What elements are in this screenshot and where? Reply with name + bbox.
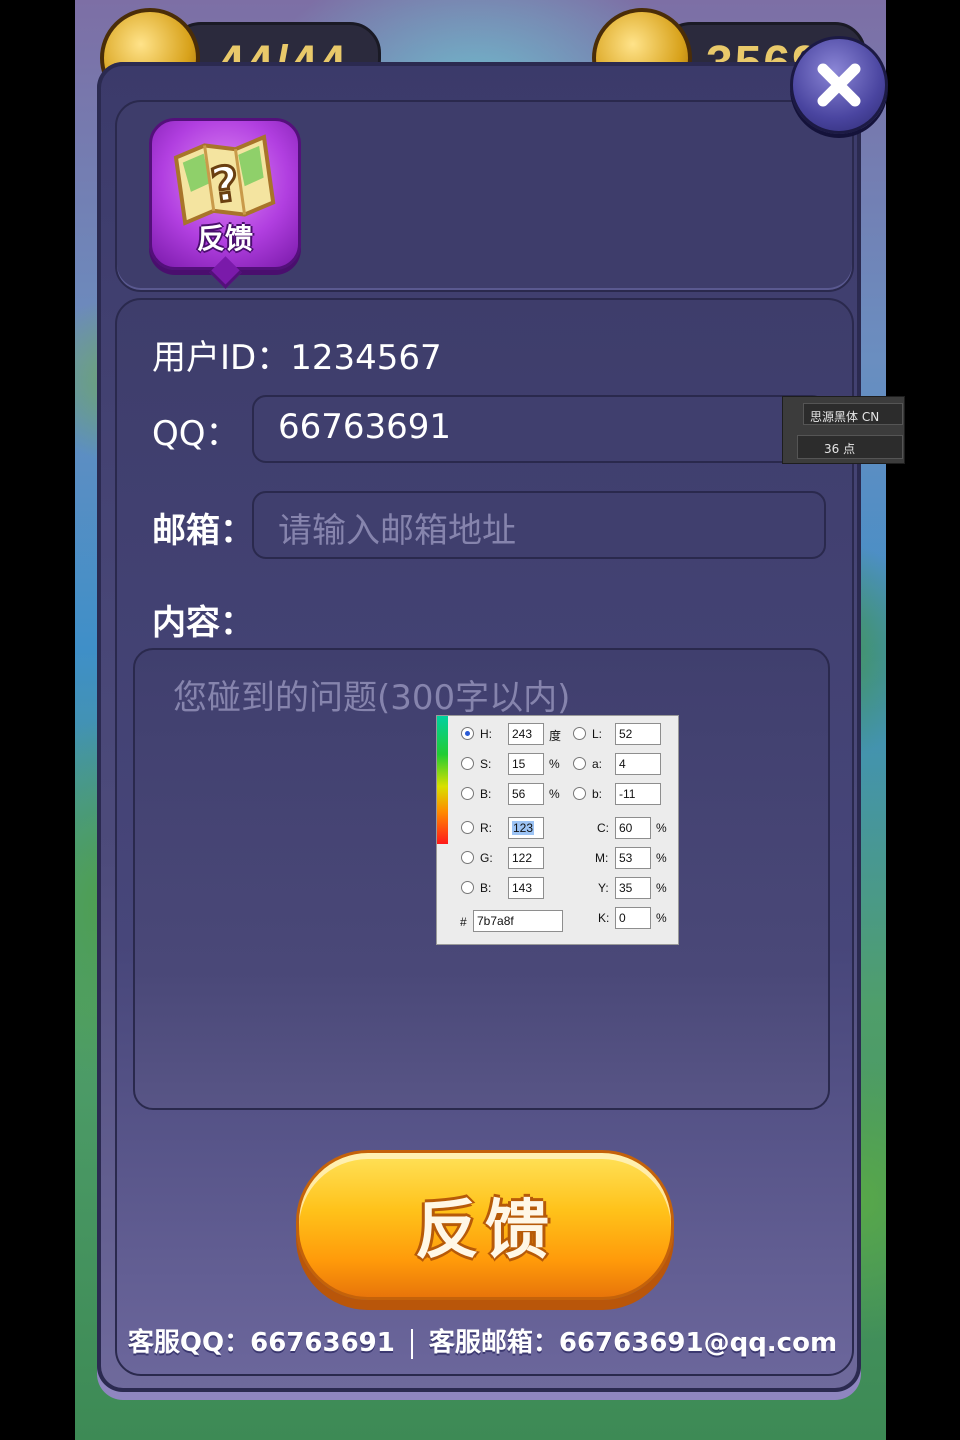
close-icon: [817, 63, 861, 107]
input-lab-b[interactable]: -11: [615, 783, 661, 805]
color-picker-panel: H: 243 度 S: 15 % B: 56 % L: 52 a: 4 b: -…: [436, 715, 679, 945]
font-size-field[interactable]: 36 点: [797, 435, 903, 459]
unit-m: %: [656, 851, 667, 865]
radio-h[interactable]: [461, 727, 474, 740]
submit-label: 反馈: [415, 1194, 555, 1268]
label-s: S:: [480, 757, 492, 771]
service-contact-footer: 客服QQ：66763691 客服邮箱：66763691@qq.com: [115, 1322, 850, 1359]
input-y[interactable]: 35: [615, 877, 651, 899]
label-h: H:: [480, 727, 492, 741]
font-family-field[interactable]: 思源黑体 CN: [803, 403, 903, 425]
input-k[interactable]: 0: [615, 907, 651, 929]
label-c: C:: [597, 821, 609, 835]
submit-feedback-button[interactable]: 反馈: [296, 1150, 674, 1300]
feedback-icon-label: 反馈: [196, 222, 253, 255]
input-m[interactable]: 53: [615, 847, 651, 869]
label-m: M:: [595, 851, 609, 865]
input-b[interactable]: 56: [508, 783, 544, 805]
input-r-value: 123: [512, 821, 535, 835]
unit-h: 度: [549, 729, 562, 743]
label-blue: B:: [480, 881, 492, 895]
label-y: Y:: [598, 881, 609, 895]
input-l[interactable]: 52: [615, 723, 661, 745]
label-g: G:: [480, 851, 493, 865]
input-blue[interactable]: 143: [508, 877, 544, 899]
label-l: L:: [592, 727, 603, 741]
feedback-map-icon: ? 反馈: [149, 118, 301, 289]
label-a: a:: [592, 757, 603, 771]
radio-g[interactable]: [461, 851, 474, 864]
unit-k: %: [656, 911, 667, 925]
input-s[interactable]: 15: [508, 753, 544, 775]
unit-y: %: [656, 881, 667, 895]
input-c[interactable]: 60: [615, 817, 651, 839]
map-question-icon: ?: [173, 134, 276, 226]
footer-qq: 客服QQ：66763691: [127, 1328, 395, 1358]
label-lab-b: b:: [592, 787, 603, 801]
input-hex[interactable]: 7b7a8f: [473, 910, 563, 932]
qq-label: QQ：: [152, 414, 240, 454]
radio-blue[interactable]: [461, 881, 474, 894]
email-placeholder: 请输入邮箱地址: [278, 511, 516, 551]
email-field[interactable]: 请输入邮箱地址: [252, 491, 826, 559]
label-hex: #: [460, 915, 467, 929]
unit-c: %: [656, 821, 667, 835]
close-button[interactable]: [790, 36, 888, 134]
email-label: 邮箱：: [152, 511, 254, 551]
unit-b: %: [549, 787, 560, 801]
content-label: 内容：: [152, 603, 254, 643]
label-k: K:: [598, 911, 610, 925]
radio-l[interactable]: [573, 727, 586, 740]
user-id-value: 1234567: [290, 338, 442, 378]
qq-field[interactable]: 66763691: [252, 395, 826, 463]
input-r[interactable]: 123: [508, 817, 544, 839]
content-placeholder: 您碰到的问题(300字以内): [173, 678, 571, 718]
ps-font-panel: 思源黑体 CN T 36 点: [782, 396, 905, 464]
label-b: B:: [480, 787, 492, 801]
label-r: R:: [480, 821, 492, 835]
radio-r[interactable]: [461, 821, 474, 834]
input-a[interactable]: 4: [615, 753, 661, 775]
footer-divider: [410, 1328, 413, 1359]
input-g[interactable]: 122: [508, 847, 544, 869]
radio-lab-b[interactable]: [573, 787, 586, 800]
hue-strip[interactable]: [437, 716, 448, 844]
input-h[interactable]: 243: [508, 723, 544, 745]
footer-email: 客服邮箱：66763691@qq.com: [428, 1328, 838, 1358]
user-id-label: 用户ID：1234567: [152, 338, 442, 378]
radio-b[interactable]: [461, 787, 474, 800]
radio-s[interactable]: [461, 757, 474, 770]
unit-s: %: [549, 757, 560, 771]
radio-a[interactable]: [573, 757, 586, 770]
qq-value: 66763691: [278, 407, 452, 447]
